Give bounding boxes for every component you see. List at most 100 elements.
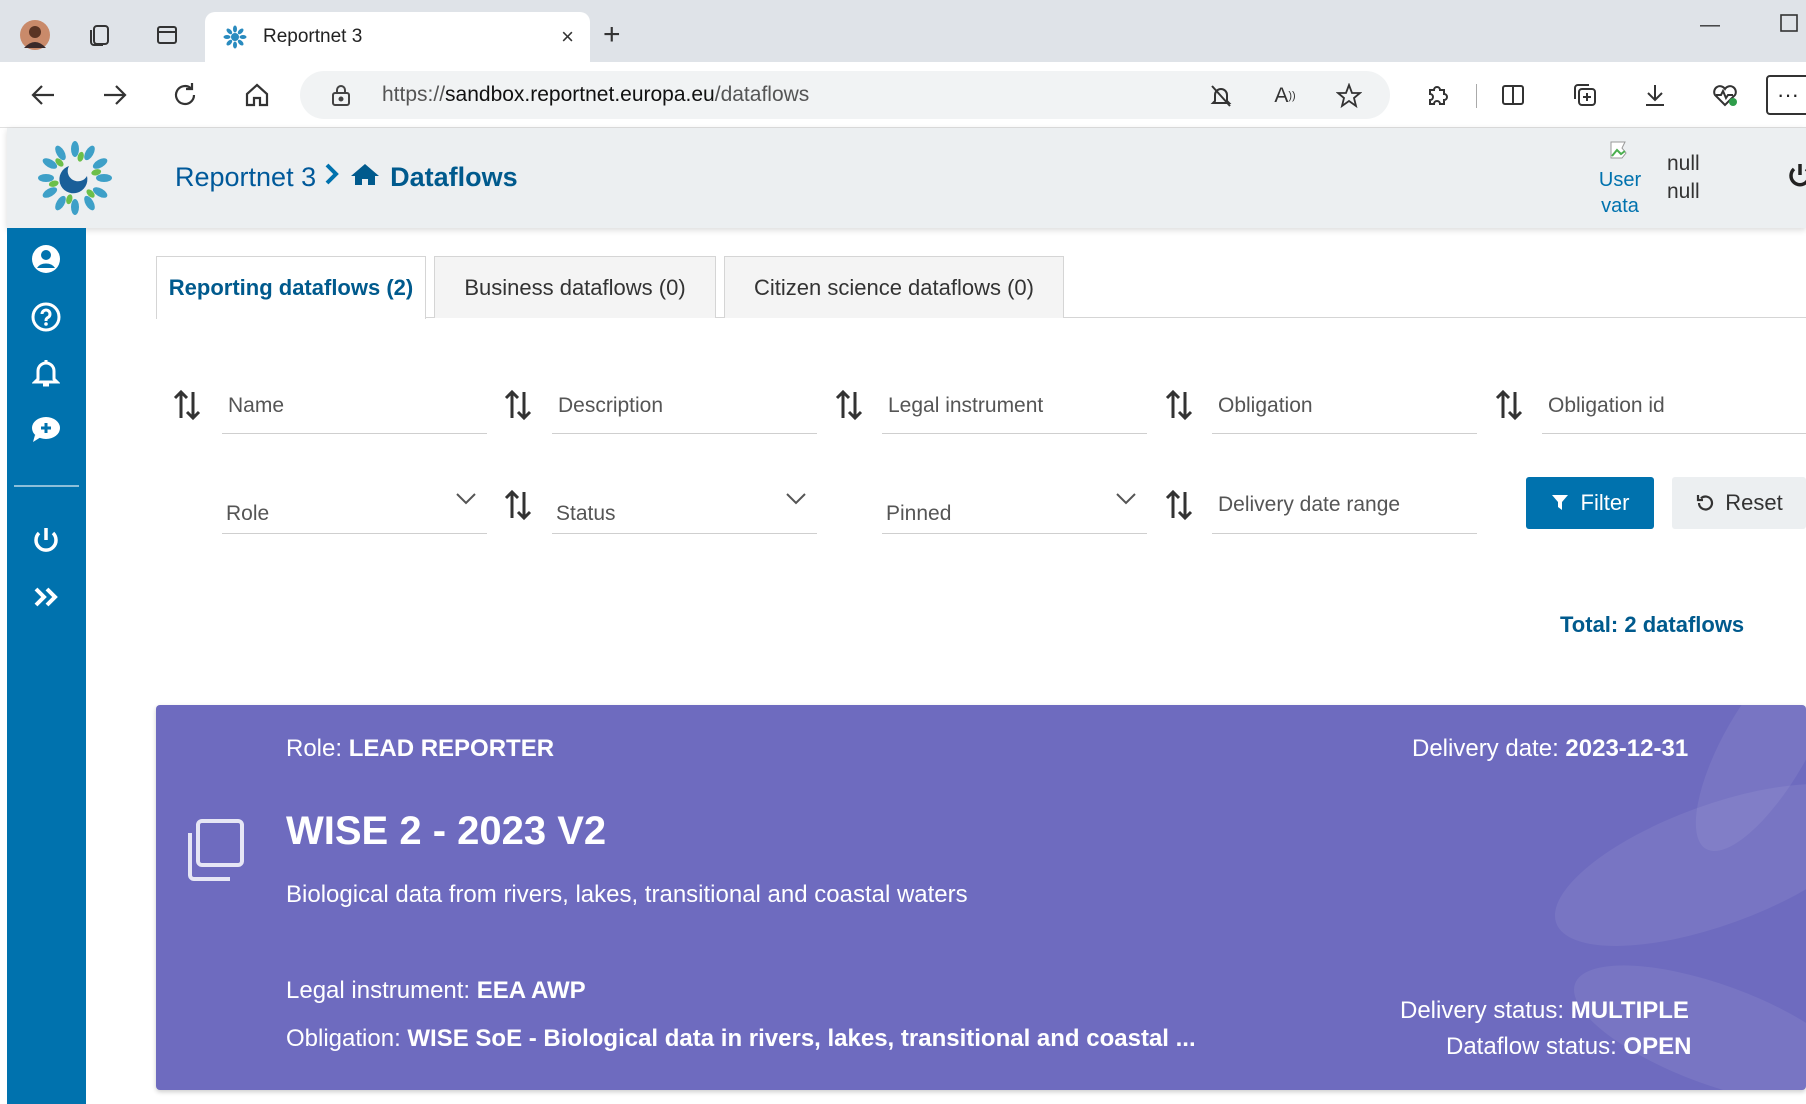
- tab-actions-icon[interactable]: [150, 18, 184, 52]
- avatar-alt-line2: vata: [1601, 195, 1639, 217]
- card-obligation-label: Obligation:: [286, 1025, 408, 1052]
- refresh-icon[interactable]: [166, 76, 204, 114]
- card-title[interactable]: WISE 2 - 2023 V2: [286, 809, 606, 854]
- extensions-icon[interactable]: [1418, 76, 1456, 114]
- user-first-name: null: [1667, 152, 1700, 175]
- description-filter-input[interactable]: Description: [552, 384, 817, 434]
- avatar-alt-line1: User: [1598, 169, 1642, 191]
- obligation-filter-input[interactable]: Obligation: [1212, 384, 1477, 434]
- tab-citizen-science-dataflows[interactable]: Citizen science dataflows (0): [724, 256, 1064, 318]
- role-dropdown[interactable]: Role: [222, 478, 487, 534]
- app-header: Reportnet 3 Dataflows User vata null nul…: [7, 128, 1806, 228]
- home-icon[interactable]: [238, 76, 276, 114]
- name-filter-input[interactable]: Name: [222, 384, 487, 434]
- browser-essentials-icon[interactable]: [1706, 76, 1744, 114]
- pinned-dropdown-label: Pinned: [886, 502, 952, 525]
- card-role-label: Role:: [286, 735, 349, 762]
- card-delivery-status: Delivery status: MULTIPLE: [1400, 997, 1689, 1025]
- status-dropdown[interactable]: Status: [552, 478, 817, 534]
- reset-button[interactable]: Reset: [1672, 477, 1806, 529]
- browser-tab[interactable]: Reportnet 3 ×: [205, 12, 590, 62]
- tab-business-dataflows[interactable]: Business dataflows (0): [434, 256, 716, 318]
- breadcrumb-current: Dataflows: [390, 162, 518, 192]
- sidebar-divider: [14, 485, 79, 487]
- card-delivery-date: Delivery date: 2023-12-31: [1412, 735, 1688, 763]
- pinned-dropdown[interactable]: Pinned: [882, 478, 1147, 534]
- breadcrumb: Reportnet 3 Dataflows: [175, 162, 518, 193]
- back-icon[interactable]: [24, 76, 62, 114]
- new-tab-button[interactable]: +: [603, 20, 621, 50]
- copy-pin-icon[interactable]: [180, 817, 246, 888]
- logout-power-icon[interactable]: [29, 524, 63, 558]
- sort-description-icon[interactable]: [503, 388, 533, 422]
- total-dataflows-count: Total: 2 dataflows: [1560, 612, 1745, 637]
- card-delivery-date-label: Delivery date:: [1412, 735, 1566, 762]
- status-dropdown-label: Status: [556, 502, 616, 525]
- user-avatar[interactable]: User vata: [1585, 140, 1655, 219]
- notifications-bell-icon[interactable]: [29, 356, 63, 390]
- feedback-chat-icon[interactable]: [29, 412, 63, 446]
- filter-funnel-icon: [1551, 495, 1568, 510]
- reset-button-label: Reset: [1725, 490, 1783, 515]
- eea-logo-icon[interactable]: [35, 140, 115, 221]
- breadcrumb-root-link[interactable]: Reportnet 3: [175, 162, 316, 193]
- dataflow-tabs: Reporting dataflows (2) Business dataflo…: [156, 256, 1806, 319]
- reset-undo-icon: [1697, 495, 1714, 511]
- browser-nav-bar: https://sandbox.reportnet.europa.eu/data…: [0, 62, 1806, 128]
- dataflow-card[interactable]: Role: LEAD REPORTER Delivery date: 2023-…: [156, 705, 1806, 1090]
- user-last-name: null: [1667, 180, 1700, 203]
- favorite-star-icon[interactable]: [1336, 83, 1362, 109]
- forward-icon[interactable]: [96, 76, 134, 114]
- sort-legal-instrument-icon[interactable]: [834, 388, 864, 422]
- sort-name-icon[interactable]: [172, 388, 202, 422]
- user-profile-icon[interactable]: [29, 242, 63, 276]
- maximize-icon[interactable]: [1780, 14, 1798, 38]
- lock-icon[interactable]: [330, 83, 352, 112]
- tab-reporting-dataflows[interactable]: Reporting dataflows (2): [156, 256, 426, 319]
- card-role-value: LEAD REPORTER: [348, 735, 555, 762]
- profile-avatar-icon[interactable]: [18, 18, 52, 52]
- sort-status-icon[interactable]: [503, 488, 533, 522]
- card-legal-instrument: Legal instrument: EEA AWP: [286, 977, 586, 1005]
- home-breadcrumb-icon: [350, 162, 380, 193]
- browser-tab-bar: Reportnet 3 × + —: [0, 0, 1806, 62]
- minimize-icon[interactable]: —: [1700, 14, 1720, 37]
- obligation-id-filter-input[interactable]: Obligation id: [1542, 384, 1806, 434]
- sort-obligation-id-icon[interactable]: [1494, 388, 1524, 422]
- help-icon[interactable]: [29, 300, 63, 334]
- card-delivery-date-value: 2023-12-31: [1565, 735, 1689, 762]
- chevron-right-icon: [324, 162, 340, 193]
- url-path: /dataflows: [714, 83, 810, 106]
- address-bar[interactable]: https://sandbox.reportnet.europa.eu/data…: [300, 71, 1390, 119]
- sort-delivery-date-icon[interactable]: [1164, 488, 1194, 522]
- card-obligation: Obligation: WISE SoE - Biological data i…: [286, 1025, 1196, 1053]
- card-role: Role: LEAD REPORTER: [286, 735, 554, 763]
- card-dataflow-status-label: Dataflow status:: [1446, 1033, 1624, 1060]
- collections-icon[interactable]: [1566, 76, 1604, 114]
- broken-image-icon: [1585, 140, 1655, 167]
- left-sidebar: [7, 228, 86, 1104]
- card-dataflow-status-value: OPEN: [1623, 1033, 1692, 1060]
- expand-sidebar-icon[interactable]: [29, 580, 63, 614]
- split-screen-icon[interactable]: [1494, 76, 1532, 114]
- logout-power-icon[interactable]: [1789, 162, 1806, 195]
- sort-obligation-icon[interactable]: [1164, 388, 1194, 422]
- close-tab-icon[interactable]: ×: [561, 24, 574, 50]
- role-dropdown-label: Role: [226, 502, 270, 525]
- browser-tab-title: Reportnet 3: [263, 26, 363, 47]
- delivery-date-range-input[interactable]: Delivery date range: [1212, 483, 1477, 534]
- legal-instrument-filter-input[interactable]: Legal instrument: [882, 384, 1147, 434]
- downloads-icon[interactable]: [1636, 76, 1674, 114]
- filter-button[interactable]: Filter: [1526, 477, 1654, 529]
- url-text[interactable]: https://sandbox.reportnet.europa.eu/data…: [382, 83, 809, 107]
- eea-favicon-icon: [223, 25, 247, 54]
- user-name[interactable]: null null: [1667, 150, 1700, 206]
- more-options-button[interactable]: ···: [1766, 75, 1806, 115]
- read-aloud-icon[interactable]: A)): [1272, 83, 1298, 109]
- card-obligation-value: WISE SoE - Biological data in rivers, la…: [407, 1025, 1196, 1052]
- notifications-blocked-icon[interactable]: [1208, 83, 1234, 109]
- url-prefix: https://: [382, 83, 446, 106]
- workspaces-icon[interactable]: [82, 18, 116, 52]
- chevron-down-icon: [786, 493, 806, 505]
- card-legal-value: EEA AWP: [476, 977, 586, 1004]
